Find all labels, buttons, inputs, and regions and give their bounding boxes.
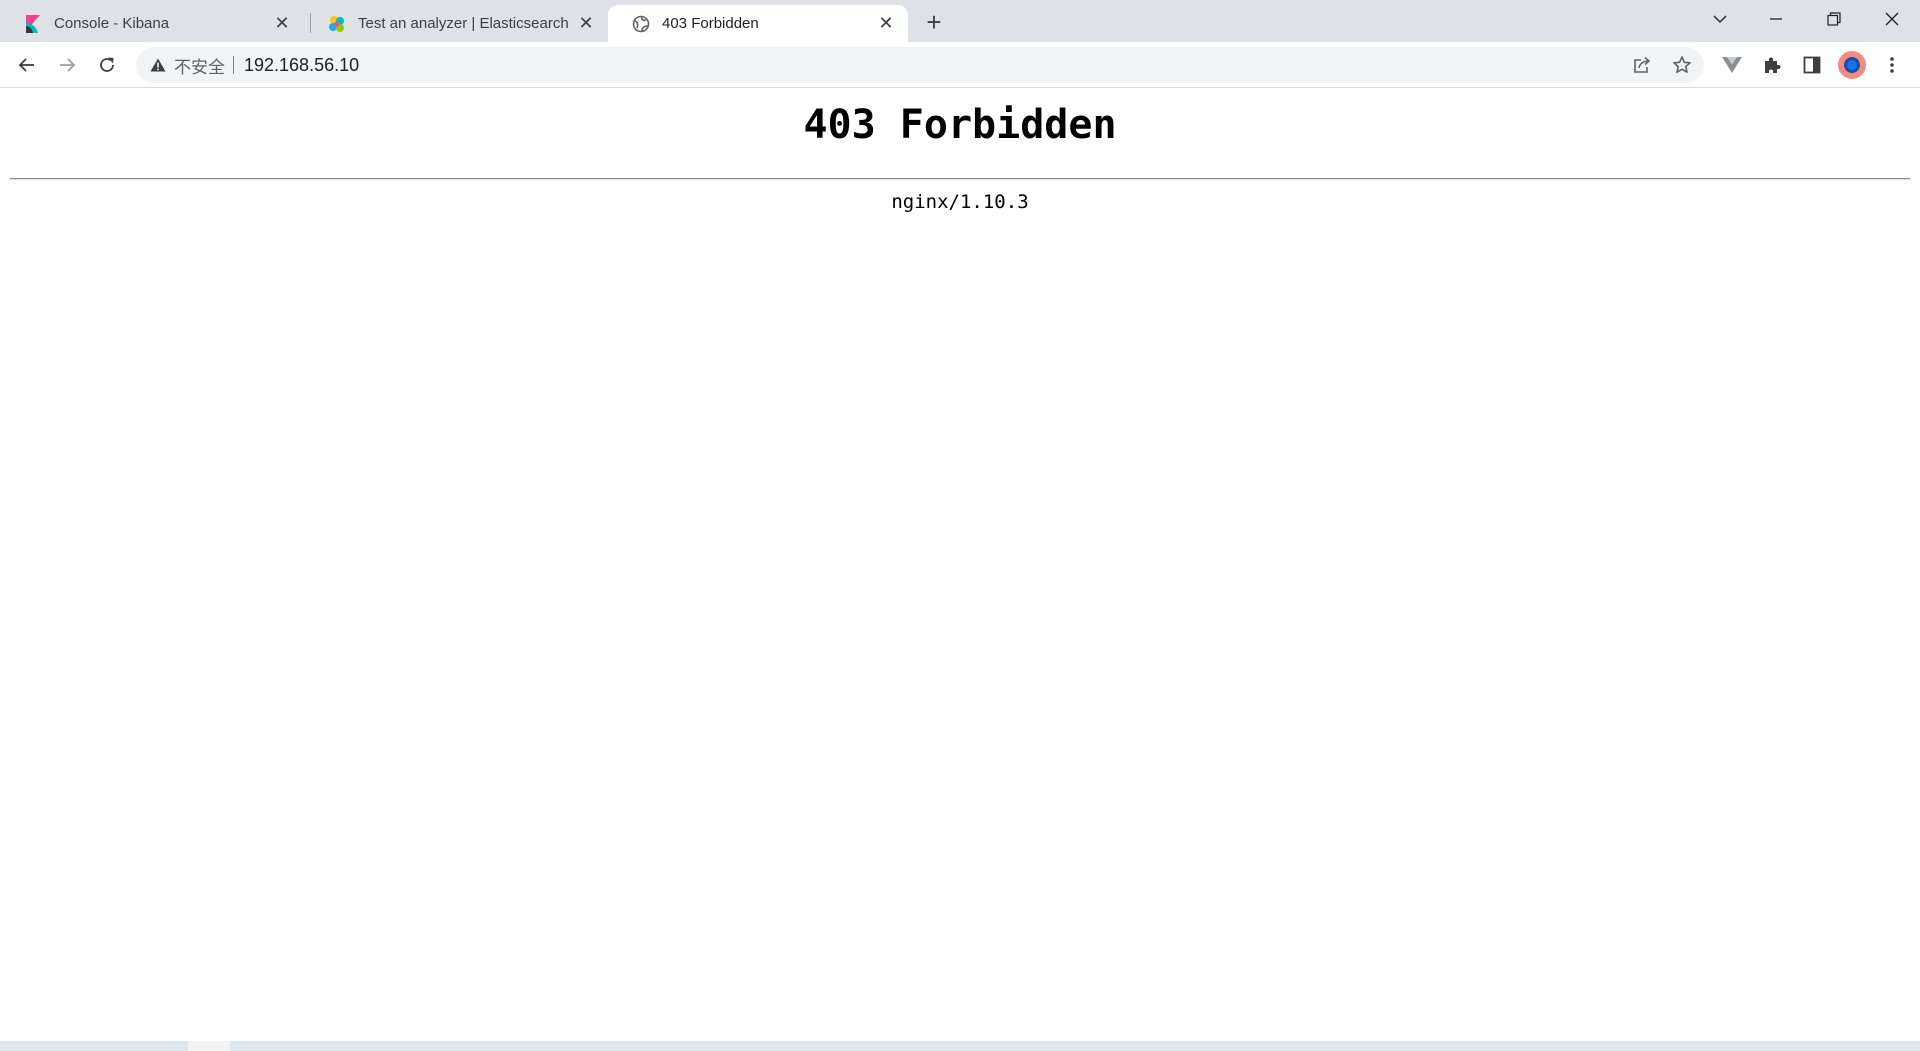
share-icon[interactable]: [1628, 51, 1656, 79]
globe-icon: [632, 15, 650, 33]
browser-menu-kebab-icon[interactable]: [1876, 49, 1908, 81]
back-button[interactable]: [11, 49, 43, 81]
close-tab-icon[interactable]: ✕: [876, 13, 896, 34]
close-tab-icon[interactable]: ✕: [576, 13, 596, 34]
tab-403-forbidden[interactable]: 403 Forbidden ✕: [608, 5, 908, 42]
minimize-button[interactable]: [1748, 0, 1804, 38]
tab-elasticsearch-analyzer[interactable]: Test an analyzer | Elasticsearch ✕: [304, 5, 608, 42]
url-text[interactable]: 192.168.56.10: [244, 55, 359, 76]
vue-devtools-extension-icon[interactable]: [1716, 49, 1748, 81]
warning-triangle-icon[interactable]: [150, 57, 166, 73]
reload-button[interactable]: [91, 49, 123, 81]
page-heading: 403 Forbidden: [803, 102, 1117, 148]
restore-button[interactable]: [1806, 0, 1862, 38]
close-tab-icon[interactable]: ✕: [272, 13, 292, 34]
security-status-label[interactable]: 不安全: [174, 53, 225, 78]
forward-button[interactable]: [51, 49, 83, 81]
profile-avatar[interactable]: [1836, 49, 1868, 81]
kibana-logo-icon: [24, 14, 42, 33]
horizontal-rule: [10, 178, 1910, 180]
bookmark-star-icon[interactable]: [1668, 51, 1696, 79]
side-panel-icon[interactable]: [1796, 49, 1828, 81]
server-signature: nginx/1.10.3: [891, 191, 1029, 213]
tab-search-chevron-icon[interactable]: [1692, 0, 1748, 38]
scrollbar-thumb[interactable]: [188, 1041, 230, 1051]
avatar-icon: [1838, 51, 1866, 79]
tab-title: Console - Kibana: [54, 15, 170, 32]
browser-toolbar: 不安全 192.168.56.10: [0, 42, 1920, 88]
address-divider: [233, 56, 234, 74]
tab-kibana-console[interactable]: Console - Kibana ✕: [0, 5, 304, 42]
tab-strip: Console - Kibana ✕ Test an analyzer | El…: [0, 0, 1920, 42]
close-window-button[interactable]: [1864, 0, 1920, 38]
extensions-puzzle-icon[interactable]: [1756, 49, 1788, 81]
tab-title: Test an analyzer | Elasticsearch: [358, 15, 568, 32]
elastic-logo-icon: [328, 15, 346, 33]
avatar-image: [1844, 57, 1860, 73]
page-viewport: 403 Forbidden nginx/1.10.3: [0, 89, 1920, 1041]
new-tab-button[interactable]: +: [920, 7, 948, 37]
address-bar[interactable]: 不安全 192.168.56.10: [136, 47, 1704, 83]
tab-title: 403 Forbidden: [662, 15, 759, 32]
horizontal-scrollbar[interactable]: [0, 1041, 1920, 1051]
